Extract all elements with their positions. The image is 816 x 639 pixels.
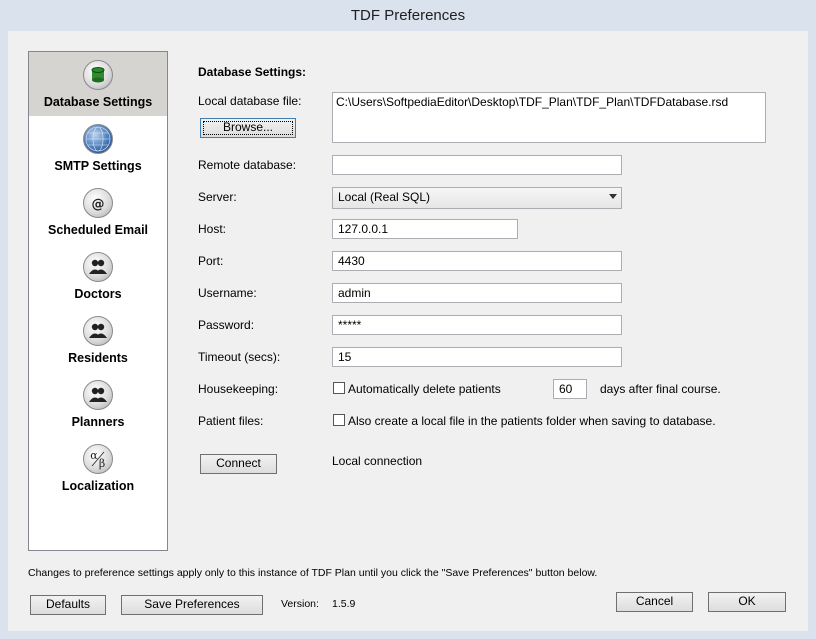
server-select-value: Local (Real SQL): [338, 190, 431, 204]
local-file-checkbox[interactable]: [333, 414, 345, 426]
preferences-client-area: Database Settings SMTP Settings @ Schedu…: [8, 31, 808, 631]
people-icon: [83, 316, 113, 346]
settings-sidebar: Database Settings SMTP Settings @ Schedu…: [28, 51, 168, 551]
sidebar-item-label: Residents: [68, 351, 128, 365]
auto-delete-label: Automatically delete patients: [348, 382, 501, 396]
patient-files-label: Patient files:: [198, 414, 264, 428]
port-label: Port:: [198, 254, 224, 268]
username-label: Username:: [198, 286, 257, 300]
window-title: TDF Preferences: [0, 0, 816, 30]
section-title: Database Settings:: [198, 65, 307, 79]
local-database-label: Local database file:: [198, 94, 302, 108]
sidebar-item-label: Database Settings: [43, 95, 153, 109]
people-icon: [83, 380, 113, 410]
password-input[interactable]: *****: [332, 315, 622, 335]
timeout-input[interactable]: 15: [332, 347, 622, 367]
sidebar-item-localization[interactable]: αβ Localization: [29, 436, 167, 500]
sidebar-item-doctors[interactable]: Doctors: [29, 244, 167, 308]
sidebar-item-database-settings[interactable]: Database Settings: [29, 52, 167, 116]
chevron-down-icon: [609, 194, 617, 199]
auto-delete-checkbox[interactable]: [333, 382, 345, 394]
sidebar-item-residents[interactable]: Residents: [29, 308, 167, 372]
server-select[interactable]: Local (Real SQL): [332, 187, 622, 209]
sidebar-item-smtp-settings[interactable]: SMTP Settings: [29, 116, 167, 180]
svg-text:β: β: [99, 457, 105, 470]
version-label: Version:: [281, 598, 319, 610]
sidebar-item-label: SMTP Settings: [54, 159, 142, 173]
sidebar-item-label: Scheduled Email: [47, 223, 149, 237]
timeout-label: Timeout (secs):: [198, 350, 281, 364]
local-file-label: Also create a local file in the patients…: [348, 414, 716, 428]
connection-status: Local connection: [332, 454, 423, 468]
database-icon: [83, 60, 113, 90]
globe-icon: [83, 124, 113, 154]
sidebar-item-label: Localization: [61, 479, 135, 493]
connect-button[interactable]: Connect: [200, 454, 277, 474]
host-label: Host:: [198, 222, 227, 236]
password-label: Password:: [198, 318, 255, 332]
housekeeping-label: Housekeeping:: [198, 382, 279, 396]
sidebar-item-scheduled-email[interactable]: @ Scheduled Email: [29, 180, 167, 244]
version-value: 1.5.9: [332, 598, 356, 610]
alpha-beta-icon: αβ: [83, 444, 113, 474]
save-preferences-button[interactable]: Save Preferences: [121, 595, 263, 615]
sidebar-item-label: Doctors: [74, 287, 122, 301]
at-sign-icon: @: [83, 188, 113, 218]
people-icon: [83, 252, 113, 282]
days-input[interactable]: 60: [553, 379, 587, 399]
username-input[interactable]: admin: [332, 283, 622, 303]
local-database-field[interactable]: C:\Users\SoftpediaEditor\Desktop\TDF_Pla…: [332, 92, 766, 143]
cancel-button[interactable]: Cancel: [616, 592, 693, 612]
ok-button[interactable]: OK: [708, 592, 786, 612]
browse-button[interactable]: Browse...: [200, 118, 296, 138]
port-input[interactable]: 4430: [332, 251, 622, 271]
host-input[interactable]: 127.0.0.1: [332, 219, 518, 239]
svg-text:@: @: [92, 197, 105, 212]
sidebar-item-planners[interactable]: Planners: [29, 372, 167, 436]
sidebar-item-label: Planners: [71, 415, 125, 429]
remote-database-label: Remote database:: [198, 158, 297, 172]
remote-database-input[interactable]: [332, 155, 622, 175]
server-label: Server:: [198, 190, 237, 204]
footer-note: Changes to preference settings apply onl…: [28, 567, 598, 579]
defaults-button[interactable]: Defaults: [30, 595, 106, 615]
days-suffix-label: days after final course.: [600, 382, 721, 396]
